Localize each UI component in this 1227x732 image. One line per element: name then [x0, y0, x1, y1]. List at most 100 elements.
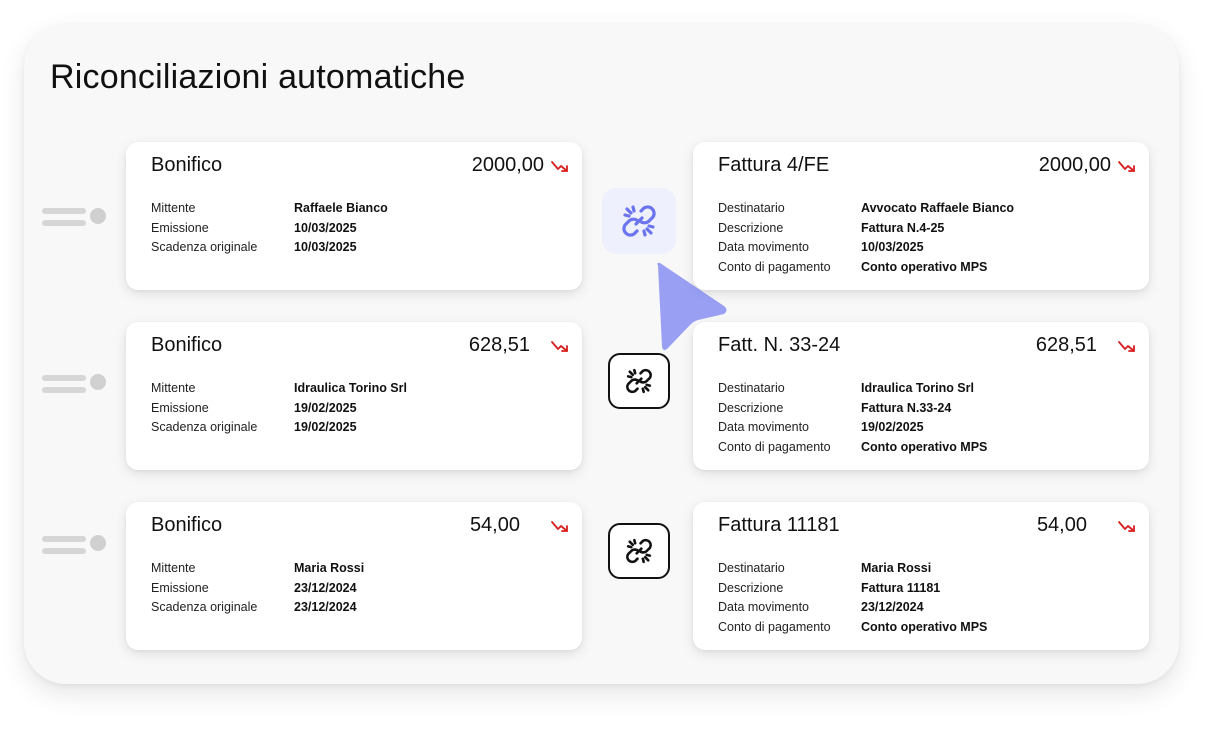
payment-title: Bonifico — [151, 154, 223, 176]
detail-value: Fattura N.4-25 — [861, 220, 945, 235]
payment-amount: 54,00 — [469, 514, 520, 536]
detail-value: 23/12/2024 — [294, 580, 357, 595]
detail-label: Conto di pagamento — [718, 439, 831, 454]
detail-row: Data movimento 19/02/2025 — [718, 417, 987, 437]
detail-row: Emissione 10/03/2025 — [151, 218, 388, 238]
detail-value: Fattura 11181 — [861, 580, 941, 595]
detail-row: Scadenza originale 19/02/2025 — [151, 417, 407, 437]
payment-card[interactable]: Bonifico 2000,00 Mittente Raffaele Bianco… — [126, 142, 582, 290]
trend-down-icon — [551, 341, 568, 352]
detail-row: Destinatario Avvocato Raffaele Bianco — [718, 198, 1014, 218]
detail-row: Conto di pagamento Conto operativo MPS — [718, 437, 987, 457]
invoice-details: Destinatario Avvocato Raffaele Bianco Des… — [718, 198, 1014, 277]
detail-row: Mittente Idraulica Torino Srl — [151, 378, 407, 398]
payment-amount: 2000,00 — [471, 154, 544, 176]
detail-row: Mittente Maria Rossi — [151, 558, 364, 578]
detail-label: Mittente — [151, 200, 196, 215]
payment-details: Mittente Idraulica Torino Srl Emissione 19… — [151, 378, 407, 437]
detail-value: Conto operativo MPS — [861, 619, 988, 634]
detail-label: Conto di pagamento — [718, 619, 831, 634]
detail-label: Scadenza originale — [151, 420, 258, 435]
invoice-card[interactable]: Fattura 4/FE 2000,00 Destinatario Avvocat… — [693, 142, 1149, 290]
payment-details: Mittente Raffaele Bianco Emissione 10/03/2… — [151, 198, 388, 257]
payment-title: Bonifico — [151, 334, 223, 356]
invoice-title: Fattura 11181 — [718, 514, 840, 536]
payment-card[interactable]: Bonifico 54,00 Mittente Maria Rossi Emiss… — [126, 502, 582, 650]
drag-handle-icon[interactable] — [42, 367, 112, 397]
detail-value: Conto operativo MPS — [861, 259, 988, 274]
drag-handle-icon[interactable] — [42, 528, 112, 558]
invoice-details: Destinatario Maria Rossi Descrizione Fattu… — [718, 558, 987, 637]
detail-value: 23/12/2024 — [861, 600, 924, 615]
payment-amount: 628,51 — [468, 334, 530, 356]
detail-row: Mittente Raffaele Bianco — [151, 198, 388, 218]
invoice-amount: 2000,00 — [1038, 154, 1111, 176]
trend-down-icon — [1118, 521, 1135, 532]
detail-value: Fattura N.33-24 — [861, 400, 952, 415]
detail-row: Descrizione Fattura 11181 — [718, 578, 987, 598]
invoice-card[interactable]: Fatt. N. 33-24 628,51 Destinatario Idraul… — [693, 322, 1149, 470]
detail-row: Scadenza originale 23/12/2024 — [151, 597, 364, 617]
detail-value: 10/03/2025 — [294, 240, 357, 255]
cursor-pointer-icon — [657, 262, 727, 351]
detail-value: Maria Rossi — [294, 560, 365, 575]
link-button[interactable] — [608, 523, 670, 579]
page-title: Riconciliazioni automatiche — [50, 58, 466, 96]
detail-value: Raffaele Bianco — [294, 200, 388, 215]
detail-label: Conto di pagamento — [718, 259, 831, 274]
trend-down-icon — [1118, 341, 1135, 352]
detail-value: Conto operativo MPS — [861, 439, 988, 454]
detail-label: Data movimento — [718, 420, 810, 435]
detail-row: Emissione 19/02/2025 — [151, 398, 407, 418]
detail-label: Destinatario — [718, 380, 785, 395]
payment-title: Bonifico — [151, 514, 223, 536]
detail-label: Descrizione — [718, 400, 784, 415]
detail-label: Emissione — [151, 580, 209, 595]
drag-handle-icon[interactable] — [42, 200, 112, 230]
link-icon — [626, 538, 652, 564]
detail-label: Descrizione — [718, 220, 784, 235]
trend-down-icon — [551, 521, 568, 532]
link-button[interactable] — [602, 188, 676, 254]
invoice-amount: 628,51 — [1035, 334, 1097, 356]
detail-row: Destinatario Idraulica Torino Srl — [718, 378, 987, 398]
detail-label: Destinatario — [718, 200, 785, 215]
detail-row: Descrizione Fattura N.33-24 — [718, 398, 987, 418]
detail-label: Mittente — [151, 380, 196, 395]
detail-value: Idraulica Torino Srl — [294, 380, 407, 395]
detail-row: Emissione 23/12/2024 — [151, 578, 364, 598]
detail-label: Data movimento — [718, 600, 810, 615]
detail-label: Emissione — [151, 400, 209, 415]
detail-label: Scadenza originale — [151, 240, 258, 255]
detail-value: Maria Rossi — [861, 560, 932, 575]
detail-value: 19/02/2025 — [294, 400, 357, 415]
detail-value: 19/02/2025 — [861, 420, 924, 435]
detail-label: Mittente — [151, 560, 196, 575]
invoice-title: Fattura 4/FE — [718, 154, 830, 176]
trend-down-icon — [551, 161, 568, 172]
detail-value: 10/03/2025 — [861, 240, 924, 255]
link-icon — [622, 205, 656, 237]
detail-row: Conto di pagamento Conto operativo MPS — [718, 257, 1014, 277]
detail-row: Destinatario Maria Rossi — [718, 558, 987, 578]
detail-value: 23/12/2024 — [294, 600, 357, 615]
link-icon — [626, 368, 652, 394]
detail-label: Data movimento — [718, 240, 810, 255]
invoice-details: Destinatario Idraulica Torino Srl Descriz… — [718, 378, 987, 457]
invoice-amount: 54,00 — [1036, 514, 1087, 536]
detail-value: 19/02/2025 — [294, 420, 357, 435]
payment-details: Mittente Maria Rossi Emissione 23/12/2024 … — [151, 558, 364, 617]
detail-row: Scadenza originale 10/03/2025 — [151, 237, 388, 257]
link-button[interactable] — [608, 353, 670, 409]
detail-row: Data movimento 23/12/2024 — [718, 597, 987, 617]
detail-label: Scadenza originale — [151, 600, 258, 615]
detail-value: Idraulica Torino Srl — [861, 380, 974, 395]
detail-label: Destinatario — [718, 560, 785, 575]
invoice-card[interactable]: Fattura 11181 54,00 Destinatario Maria Ro… — [693, 502, 1149, 650]
invoice-title: Fatt. N. 33-24 — [718, 334, 841, 356]
payment-card[interactable]: Bonifico 628,51 Mittente Idraulica Torino… — [126, 322, 582, 470]
detail-value: Avvocato Raffaele Bianco — [861, 200, 1015, 215]
detail-row: Descrizione Fattura N.4-25 — [718, 218, 1014, 238]
detail-row: Data movimento 10/03/2025 — [718, 237, 1014, 257]
detail-label: Emissione — [151, 220, 209, 235]
